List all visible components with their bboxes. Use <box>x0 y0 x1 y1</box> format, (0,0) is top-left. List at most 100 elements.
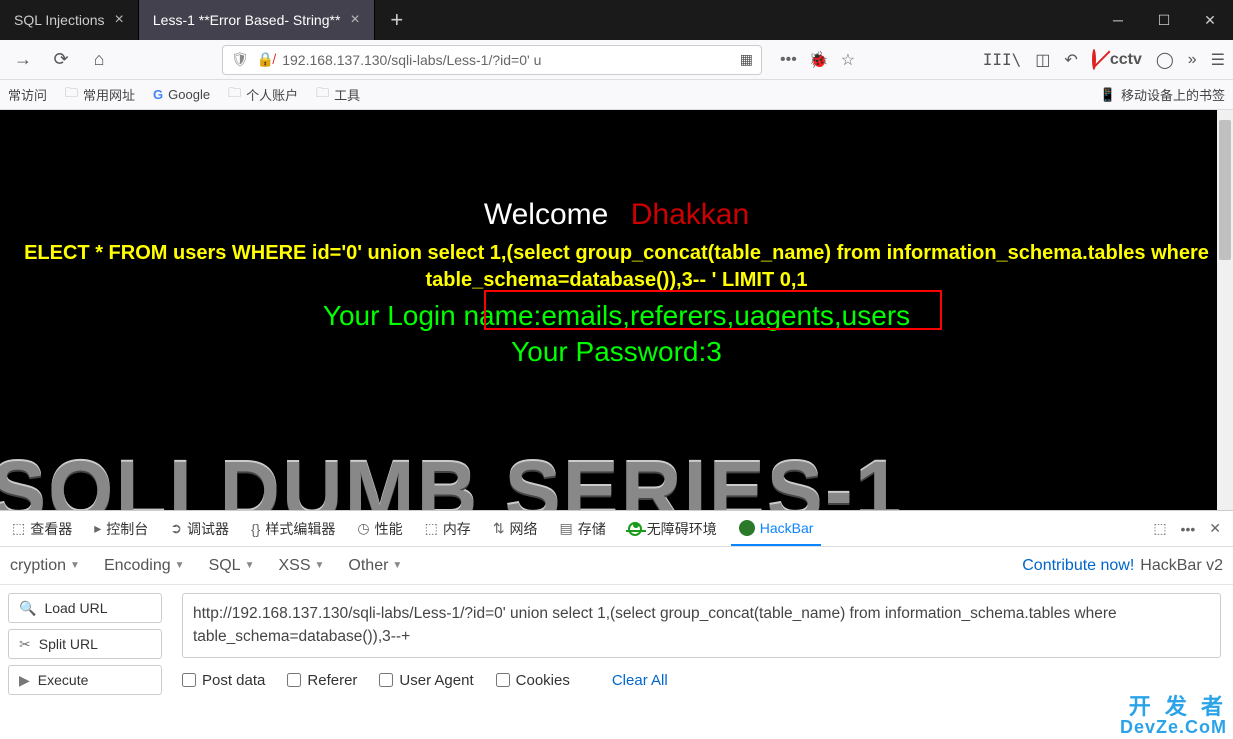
check-user-agent[interactable]: User Agent <box>379 672 473 689</box>
hackbar-menu-xss[interactable]: XSS▼ <box>278 557 324 575</box>
hackbar-menu-sql[interactable]: SQL▼ <box>209 557 255 575</box>
forward-button[interactable]: → <box>8 45 38 75</box>
network-icon: ⇅ <box>493 520 505 537</box>
devtools-tabs: ⬚查看器 ▸控制台 ➲调试器 {}样式编辑器 ◷性能 ⬚内存 ⇅网络 ▤存储 无… <box>0 511 1233 547</box>
new-tab-button[interactable]: + <box>379 2 415 38</box>
bookmark-star-icon[interactable]: ☆ <box>841 50 855 70</box>
check-referer-input[interactable] <box>287 673 301 687</box>
hackbar-menu-other[interactable]: Other▼ <box>348 557 402 575</box>
welcome-heading: Welcome Dhakkan <box>0 198 1233 232</box>
qr-icon[interactable]: ▦ <box>740 51 753 68</box>
check-user-agent-input[interactable] <box>379 673 393 687</box>
bookmark-folder-account[interactable]: 🗀个人账户 <box>228 84 298 106</box>
mobile-icon: 📱 <box>1100 87 1116 103</box>
menu-icon[interactable]: ☰ <box>1211 50 1225 70</box>
devtools-tab-console[interactable]: ▸控制台 <box>86 511 156 546</box>
clear-all-link[interactable]: Clear All <box>612 672 668 689</box>
password-value: 3 <box>706 336 722 367</box>
check-post-data[interactable]: Post data <box>182 672 265 689</box>
home-button[interactable]: ⌂ <box>84 45 114 75</box>
check-cookies-input[interactable] <box>496 673 510 687</box>
chevron-down-icon: ▼ <box>70 560 80 571</box>
tab-title: Less-1 **Error Based- String** <box>153 12 341 28</box>
hackbar-checks: Post data Referer User Agent Cookies Cle… <box>182 672 1221 689</box>
toolbar-right: III\ ◫ ↶ cctv ◯ » ☰ <box>983 50 1225 70</box>
hackbar-icon <box>739 520 755 536</box>
devtools-tab-memory[interactable]: ⬚内存 <box>417 511 479 546</box>
hackbar-version: HackBar v2 <box>1140 557 1223 574</box>
content-scrollbar[interactable] <box>1217 110 1233 510</box>
close-icon[interactable]: × <box>115 11 124 29</box>
style-icon: {} <box>251 521 260 537</box>
shield-icon[interactable]: 🛡 <box>231 51 249 68</box>
bookmark-frequent[interactable]: 常访问 <box>8 85 47 104</box>
bug-icon[interactable]: 🐞 <box>809 50 829 70</box>
series-banner: SQLI DUMB SERIES-1 <box>0 443 1233 510</box>
maximize-button[interactable]: ☐ <box>1141 0 1187 40</box>
page-actions: ••• 🐞 ☆ <box>780 50 855 70</box>
load-icon: 🔍 <box>19 600 36 617</box>
split-url-button[interactable]: ✂Split URL <box>8 629 162 659</box>
hackbar-url-input[interactable] <box>182 593 1221 658</box>
google-icon: G <box>153 87 163 102</box>
insecure-icon[interactable]: 🔒̸ <box>257 51 274 68</box>
cctv-icon[interactable]: cctv <box>1110 51 1142 69</box>
hackbar-menu-encoding[interactable]: Encoding▼ <box>104 557 185 575</box>
scrollbar-thumb[interactable] <box>1219 120 1231 260</box>
execute-button[interactable]: ▶Execute <box>8 665 162 695</box>
sql-query-text: ELECT * FROM users WHERE id='0' union se… <box>0 240 1233 294</box>
url-input[interactable] <box>282 52 732 68</box>
tab-less-1[interactable]: Less-1 **Error Based- String** × <box>139 0 375 40</box>
devtools-right-controls: ⬚ ••• ✕ <box>1153 520 1229 537</box>
window-controls: ─ ☐ ✕ <box>1095 0 1233 40</box>
reload-button[interactable]: ⟳ <box>46 45 76 75</box>
devtools-tab-performance[interactable]: ◷性能 <box>349 511 410 546</box>
chevron-down-icon: ▼ <box>315 560 325 571</box>
password-line: Your Password:3 <box>0 336 1233 368</box>
devtools-close-icon[interactable]: ✕ <box>1209 520 1221 537</box>
close-icon[interactable]: × <box>350 11 359 29</box>
devtools-tab-inspector[interactable]: ⬚查看器 <box>4 511 80 546</box>
overflow-icon[interactable]: » <box>1188 51 1197 69</box>
bookmark-folder-tools[interactable]: 🗀工具 <box>316 84 360 106</box>
window-titlebar: SQL Injections × Less-1 **Error Based- S… <box>0 0 1233 40</box>
bookmark-google[interactable]: GGoogle <box>153 87 210 102</box>
highlight-box <box>484 290 942 330</box>
bookmark-folder-common[interactable]: 🗀常用网址 <box>65 84 135 106</box>
split-icon: ✂ <box>19 636 31 653</box>
devtools-tab-style[interactable]: {}样式编辑器 <box>243 511 343 546</box>
sidebar-icon[interactable]: ◫ <box>1035 50 1050 70</box>
devtools-tab-debugger[interactable]: ➲调试器 <box>162 511 237 546</box>
more-icon[interactable]: ••• <box>780 51 797 69</box>
address-bar: → ⟳ ⌂ 🛡 🔒̸ ▦ ••• 🐞 ☆ III\ ◫ ↶ cctv ◯ » ☰ <box>0 40 1233 80</box>
devtools-dock-icon[interactable]: ⬚ <box>1153 520 1166 537</box>
hackbar-menu-cryption[interactable]: cryption▼ <box>10 557 80 575</box>
devtools-tab-storage[interactable]: ▤存储 <box>552 511 614 546</box>
devtools-tab-network[interactable]: ⇅网络 <box>485 511 546 546</box>
account-icon[interactable]: ◯ <box>1156 50 1174 70</box>
hackbar-contribute-link[interactable]: Contribute now!HackBar v2 <box>1022 557 1223 575</box>
close-button[interactable]: ✕ <box>1187 0 1233 40</box>
check-cookies[interactable]: Cookies <box>496 672 570 689</box>
performance-icon: ◷ <box>357 520 369 537</box>
memory-icon: ⬚ <box>425 520 438 537</box>
check-post-data-input[interactable] <box>182 673 196 687</box>
hackbar-toolbar: cryption▼ Encoding▼ SQL▼ XSS▼ Other▼ Con… <box>0 547 1233 585</box>
load-url-button[interactable]: 🔍Load URL <box>8 593 162 623</box>
devtools-tab-accessibility[interactable]: 无障碍环境 <box>620 511 725 546</box>
execute-icon: ▶ <box>19 672 30 689</box>
devtools-more-icon[interactable]: ••• <box>1181 521 1196 537</box>
tab-sql-injections[interactable]: SQL Injections × <box>0 0 139 40</box>
url-box[interactable]: 🛡 🔒̸ ▦ <box>222 45 762 75</box>
minimize-button[interactable]: ─ <box>1095 0 1141 40</box>
undo-icon[interactable]: ↶ <box>1064 50 1077 70</box>
library-icon[interactable]: III\ <box>983 50 1022 69</box>
console-icon: ▸ <box>94 520 101 537</box>
devtools-tab-hackbar[interactable]: HackBar <box>731 511 822 546</box>
noscript-icon[interactable] <box>1092 51 1096 69</box>
check-referer[interactable]: Referer <box>287 672 357 689</box>
password-label: Your Password: <box>511 336 706 367</box>
bookmarks-bar: 常访问 🗀常用网址 GGoogle 🗀个人账户 🗀工具 📱移动设备上的书签 <box>0 80 1233 110</box>
bookmark-mobile[interactable]: 📱移动设备上的书签 <box>1100 85 1225 104</box>
chevron-down-icon: ▼ <box>175 560 185 571</box>
